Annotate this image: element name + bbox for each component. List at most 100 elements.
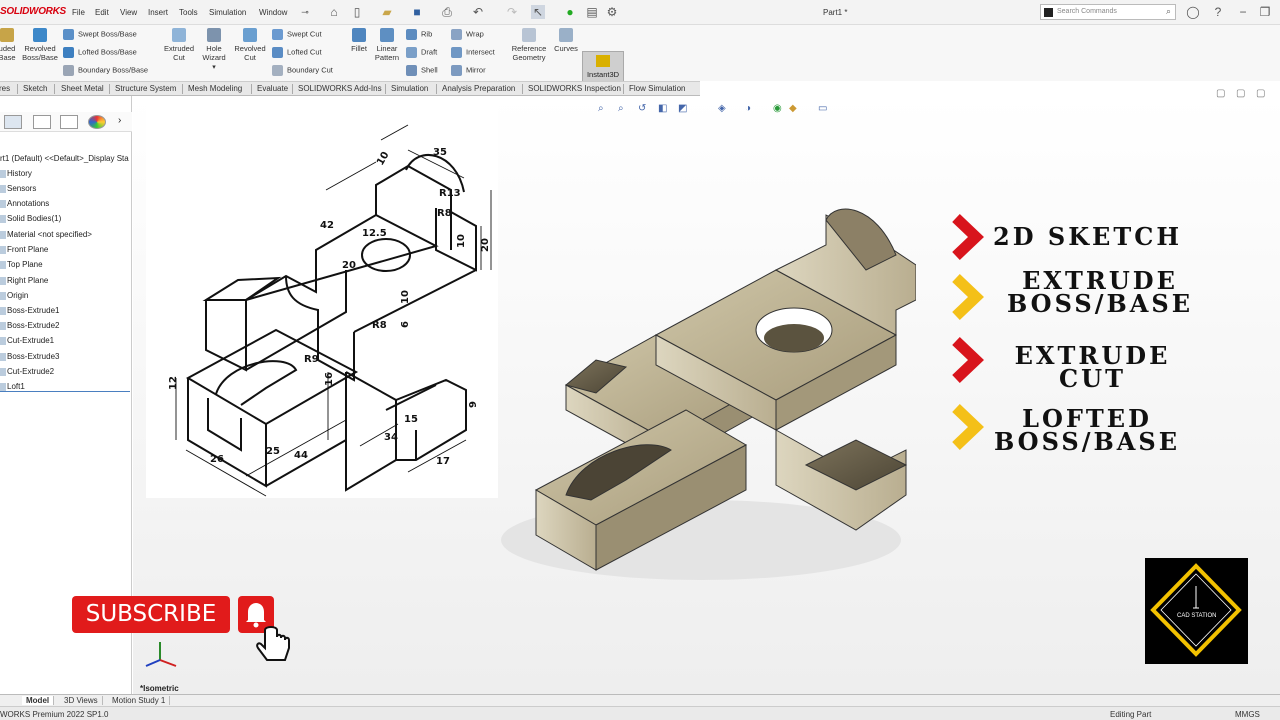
viewport-split-icon[interactable]: ▢ xyxy=(1216,88,1225,99)
tree-item-boss-extrude2[interactable]: Boss-Extrude2 xyxy=(0,321,59,330)
swept-boss-button[interactable]: Swept Boss/Base xyxy=(63,29,137,40)
lofted-boss-button[interactable]: Lofted Boss/Base xyxy=(63,47,137,58)
chevron-right-icon[interactable]: › xyxy=(118,115,121,126)
file-properties-icon[interactable]: ▤ xyxy=(585,5,599,19)
tab-flow-simulation[interactable]: Flow Simulation xyxy=(629,84,685,93)
viewport-restore-icon[interactable]: ▢ xyxy=(1236,88,1245,99)
panel-toolbar: › xyxy=(0,112,132,132)
linear-pattern-button[interactable]: Linear Pattern xyxy=(372,28,402,62)
zoom-area-icon[interactable]: ⌕ xyxy=(618,103,624,114)
menu-tools[interactable]: Tools xyxy=(179,8,198,17)
hole-wizard-dropdown-icon[interactable]: ▾ xyxy=(212,64,216,71)
tab-sheet-metal[interactable]: Sheet Metal xyxy=(61,84,104,93)
tab-simulation[interactable]: Simulation xyxy=(391,84,428,93)
view-orientation-icon[interactable]: ◈ xyxy=(718,103,726,114)
tab-model[interactable]: Model xyxy=(22,696,55,705)
restore-icon[interactable]: ❐ xyxy=(1258,5,1272,19)
wrap-button[interactable]: Wrap xyxy=(451,29,484,40)
extruded-cut-button[interactable]: Extruded Cut xyxy=(160,28,198,62)
search-commands-input[interactable]: Search Commands ⌕ xyxy=(1040,4,1176,20)
tree-item-loft1[interactable]: Loft1 xyxy=(0,382,130,392)
status-units[interactable]: MMGS xyxy=(1235,710,1260,719)
section-view-icon[interactable]: ◧ xyxy=(658,103,667,114)
tree-item-history[interactable]: History xyxy=(0,169,32,178)
reference-geometry-button[interactable]: Reference Geometry xyxy=(508,28,550,62)
apply-scene-icon[interactable]: ◆ xyxy=(789,103,797,114)
tree-item-annotations[interactable]: Annotations xyxy=(0,199,49,208)
tab-3d-views[interactable]: 3D Views xyxy=(60,696,103,705)
property-manager-tab-icon[interactable] xyxy=(33,115,51,129)
tab-solidworks-addins[interactable]: SOLIDWORKS Add-Ins xyxy=(298,84,382,93)
curves-button[interactable]: Curves xyxy=(552,28,580,53)
tree-item-top-plane[interactable]: Top Plane xyxy=(0,260,43,269)
tree-item-cut-extrude2[interactable]: Cut-Extrude2 xyxy=(0,367,54,376)
boundary-cut-button[interactable]: Boundary Cut xyxy=(272,65,333,76)
options-gear-icon[interactable]: ⚙ xyxy=(605,5,619,19)
menu-view[interactable]: View xyxy=(120,8,137,17)
dim-25: 25 xyxy=(266,446,280,457)
mirror-button[interactable]: Mirror xyxy=(451,65,486,76)
configuration-manager-tab-icon[interactable] xyxy=(60,115,78,129)
menu-insert[interactable]: Insert xyxy=(148,8,168,17)
new-document-icon[interactable]: ▯ xyxy=(350,5,364,19)
tree-item-boss-extrude1[interactable]: Boss-Extrude1 xyxy=(0,306,59,315)
print-icon[interactable]: ⎙ xyxy=(440,5,454,19)
previous-view-icon[interactable]: ↺ xyxy=(638,103,646,114)
open-folder-icon[interactable]: ▰ xyxy=(380,5,394,19)
menu-file[interactable]: File xyxy=(72,8,85,17)
tree-item-origin[interactable]: Origin xyxy=(0,291,28,300)
fillet-button[interactable]: Fillet xyxy=(346,28,372,53)
minimize-icon[interactable]: − xyxy=(1236,5,1250,19)
tree-item-solid-bodies[interactable]: Solid Bodies(1) xyxy=(0,214,61,223)
undo-icon[interactable]: ↶ xyxy=(471,5,485,19)
dynamic-annotation-icon[interactable]: ◩ xyxy=(678,103,687,114)
display-manager-tab-icon[interactable] xyxy=(88,115,106,129)
tree-item-sensors[interactable]: Sensors xyxy=(0,184,36,193)
menu-edit[interactable]: Edit xyxy=(95,8,109,17)
shell-button[interactable]: Shell xyxy=(406,65,438,76)
tree-item-material[interactable]: Material <not specified> xyxy=(0,230,92,239)
help-icon[interactable]: ? xyxy=(1211,5,1225,19)
save-icon[interactable]: ■ xyxy=(410,5,424,19)
3d-model-render xyxy=(501,208,916,580)
boundary-boss-button[interactable]: Boundary Boss/Base xyxy=(63,65,148,76)
tree-item-cut-extrude1[interactable]: Cut-Extrude1 xyxy=(0,336,54,345)
tab-motion-study-1[interactable]: Motion Study 1 xyxy=(108,696,171,705)
redo-icon[interactable]: ↷ xyxy=(505,5,519,19)
menu-window[interactable]: Window xyxy=(259,8,287,17)
subscribe-button[interactable]: SUBSCRIBE xyxy=(72,596,230,633)
tree-item-boss-extrude3[interactable]: Boss-Extrude3 xyxy=(0,352,59,361)
lofted-cut-button[interactable]: Lofted Cut xyxy=(272,47,322,58)
pin-icon[interactable]: ⊸ xyxy=(298,5,312,19)
select-arrow-icon[interactable]: ↖ xyxy=(531,5,545,19)
tab-features[interactable]: res xyxy=(0,84,10,93)
tab-solidworks-inspection[interactable]: SOLIDWORKS Inspection xyxy=(528,84,621,93)
swept-cut-button[interactable]: Swept Cut xyxy=(272,29,322,40)
home-icon[interactable]: ⌂ xyxy=(327,5,341,19)
tree-root-part[interactable]: rt1 (Default) <<Default>_Display Sta xyxy=(0,154,129,163)
display-style-icon[interactable]: ◑ xyxy=(745,103,751,114)
tab-structure-system[interactable]: Structure System xyxy=(115,84,176,93)
revolved-boss-button[interactable]: Revolved Boss/Base xyxy=(20,28,60,62)
edit-appearance-icon[interactable]: ◉ xyxy=(773,103,782,114)
draft-button[interactable]: Draft xyxy=(406,47,437,58)
tree-item-front-plane[interactable]: Front Plane xyxy=(0,245,48,254)
tab-evaluate[interactable]: Evaluate xyxy=(257,84,288,93)
tab-analysis-preparation[interactable]: Analysis Preparation xyxy=(442,84,515,93)
revolved-cut-button[interactable]: Revolved Cut xyxy=(231,28,269,62)
hole-wizard-button[interactable]: Hole Wizard ▾ xyxy=(199,28,229,72)
zoom-to-fit-icon[interactable]: ⌕ xyxy=(598,103,604,114)
rebuild-icon[interactable]: ● xyxy=(563,5,577,19)
user-account-icon[interactable]: ◯ xyxy=(1186,5,1200,19)
intersect-button[interactable]: Intersect xyxy=(451,47,495,58)
rib-button[interactable]: Rib xyxy=(406,29,432,40)
search-icon: ⌕ xyxy=(1165,6,1171,16)
menu-simulation[interactable]: Simulation xyxy=(209,8,246,17)
tree-item-right-plane[interactable]: Right Plane xyxy=(0,276,48,285)
feature-manager-tab-icon[interactable] xyxy=(4,115,22,129)
viewport-maximize-icon[interactable]: ▢ xyxy=(1256,88,1265,99)
extruded-boss-button[interactable]: uded Base xyxy=(0,28,18,62)
tab-sketch[interactable]: Sketch xyxy=(23,84,47,93)
view-settings-icon[interactable]: ▭ xyxy=(818,103,827,114)
tab-mesh-modeling[interactable]: Mesh Modeling xyxy=(188,84,242,93)
